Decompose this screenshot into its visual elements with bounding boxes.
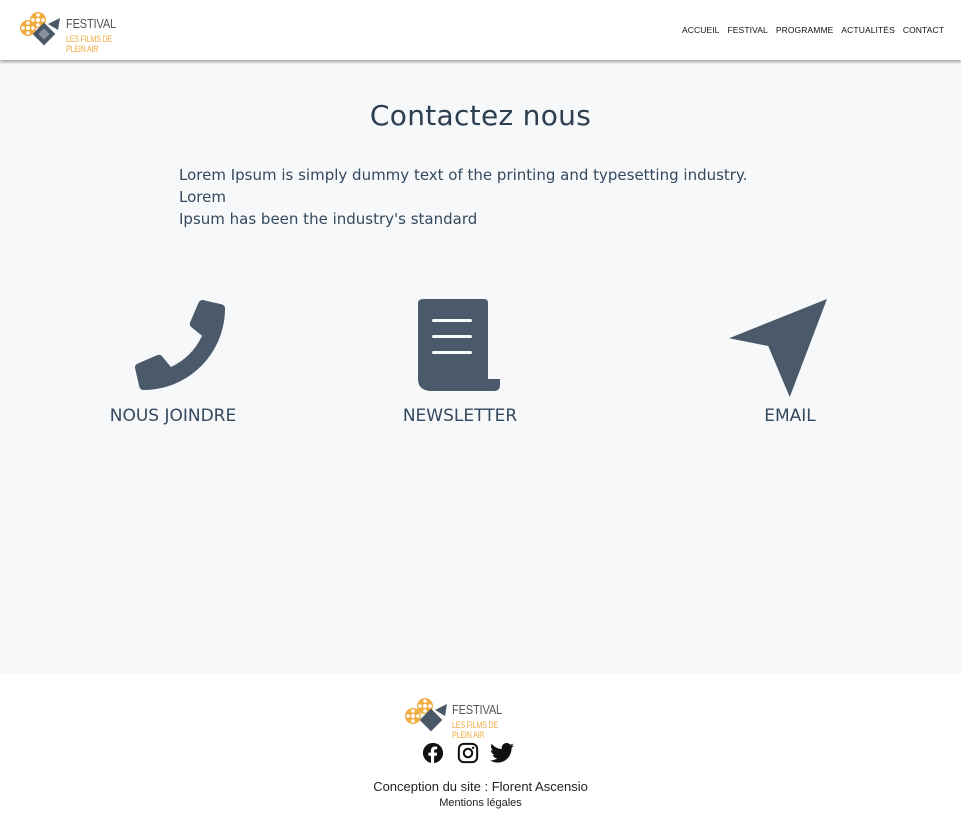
page-title: Contactez nous (369, 99, 592, 132)
paper-plane-icon (729, 299, 827, 397)
nav-item-accueil[interactable]: ACCUEIL (682, 25, 720, 35)
scroll-icon (418, 299, 500, 391)
site-credit: Conception du site : Florent Ascensio (373, 779, 588, 794)
main-nav: ACCUEIL FESTIVAL PROGRAMME ACTUALITÉS CO… (682, 25, 944, 35)
site-footer: FESTIVAL LES FILMS DE PLEIN AIR Concepti… (0, 674, 961, 827)
footer-logo[interactable]: FESTIVAL LES FILMS DE PLEIN AIR (403, 696, 533, 740)
phone-icon (135, 300, 225, 390)
nav-item-festival[interactable]: FESTIVAL (728, 25, 768, 35)
card-label-newsletter: NEWSLETTER (402, 406, 518, 426)
footer-logo-tagline: LES FILMS DE PLEIN AIR (452, 720, 498, 740)
card-label-phone: NOUS JOINDRE (109, 406, 237, 426)
twitter-icon[interactable] (490, 742, 514, 764)
logo-title: FESTIVAL (66, 16, 117, 31)
nav-item-contact[interactable]: CONTACT (903, 25, 944, 35)
card-label-email: EMAIL (764, 406, 816, 426)
nav-item-programme[interactable]: PROGRAMME (776, 25, 834, 35)
legal-link[interactable]: Mentions légales (0, 797, 961, 809)
contact-card-newsletter[interactable]: NEWSLETTER (385, 299, 535, 430)
intro-line-1: Lorem Ipsum is simply dummy text of the … (179, 166, 748, 206)
nav-item-actualites[interactable]: ACTUALITÉS (841, 25, 894, 35)
contact-card-email[interactable]: EMAIL (720, 299, 860, 430)
social-links (422, 742, 517, 766)
intro-line-2: Ipsum has been the industry's standard (179, 210, 478, 228)
main-content: Contactez nous Lorem Ipsum is simply dum… (0, 60, 961, 674)
logo-tagline: LES FILMS DE PLEIN AIR (66, 34, 112, 54)
facebook-icon[interactable] (422, 742, 444, 764)
site-logo[interactable]: FESTIVAL LES FILMS DE PLEIN AIR (18, 10, 148, 54)
footer-logo-title: FESTIVAL (452, 702, 503, 717)
contact-card-phone[interactable]: NOUS JOINDRE (100, 300, 246, 430)
film-reel-icon (405, 698, 447, 732)
film-reel-icon (20, 12, 60, 46)
site-header: FESTIVAL LES FILMS DE PLEIN AIR ACCUEIL … (0, 0, 961, 60)
instagram-icon[interactable] (457, 742, 479, 764)
intro-text: Lorem Ipsum is simply dummy text of the … (179, 164, 779, 230)
